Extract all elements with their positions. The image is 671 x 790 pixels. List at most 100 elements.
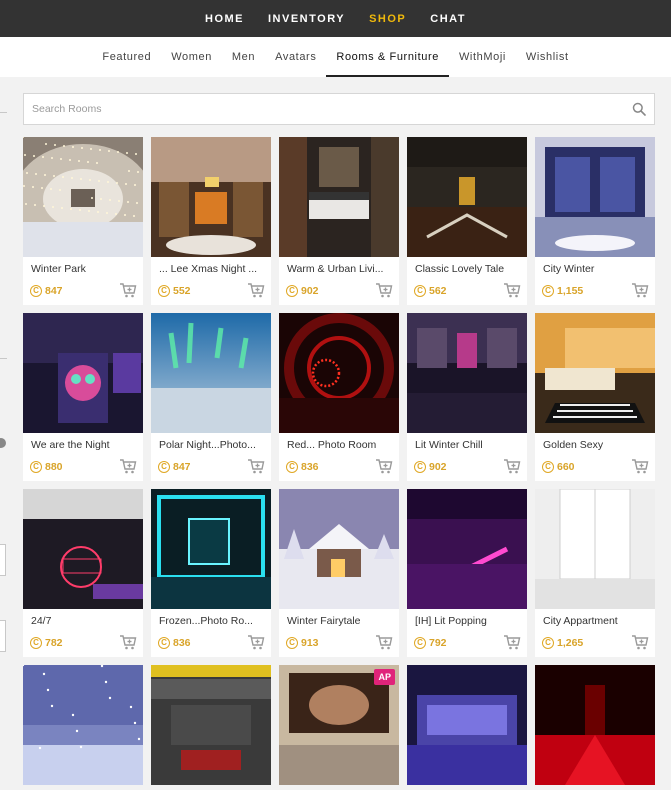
product-name[interactable]: Winter Park — [31, 263, 141, 275]
product-name[interactable]: [IH] Lit Popping — [415, 615, 525, 627]
product-price: 880 — [45, 461, 63, 473]
product-name[interactable]: 24/7 — [31, 615, 141, 627]
search-input[interactable] — [24, 94, 614, 124]
product-name[interactable]: Golden Sexy — [543, 439, 653, 451]
product-thumbnail[interactable] — [23, 489, 143, 609]
tab-rooms-furniture[interactable]: Rooms & Furniture — [326, 37, 449, 77]
product-name[interactable]: Classic Lovely Tale — [415, 263, 525, 275]
product-card[interactable]: Lit Winter Chill C 902 — [407, 313, 527, 481]
product-card[interactable] — [151, 665, 271, 785]
product-thumbnail[interactable] — [151, 489, 271, 609]
add-to-cart-icon[interactable] — [631, 281, 649, 299]
product-thumbnail[interactable] — [151, 313, 271, 433]
product-name[interactable]: We are the Night — [31, 439, 141, 451]
coin-icon: C — [158, 637, 170, 649]
add-to-cart-icon[interactable] — [375, 281, 393, 299]
coin-icon: C — [30, 285, 42, 297]
add-to-cart-icon[interactable] — [247, 457, 265, 475]
product-thumbnail[interactable] — [13, 136, 153, 257]
sidebar-toggle-icon[interactable] — [0, 438, 6, 448]
product-thumbnail[interactable] — [151, 665, 271, 785]
nav-inventory[interactable]: INVENTORY — [256, 13, 357, 25]
product-card[interactable]: Red... Photo Room C 836 — [279, 313, 399, 481]
coin-icon: C — [542, 461, 554, 473]
product-thumbnail[interactable] — [407, 489, 527, 609]
product-card[interactable]: City Winter C 1,155 — [535, 137, 655, 305]
product-card[interactable]: Winter Fairytale C 913 — [279, 489, 399, 657]
coin-icon: C — [414, 461, 426, 473]
product-name[interactable]: Warm & Urban Livi... — [287, 263, 397, 275]
product-card[interactable]: 24/7 C 782 — [23, 489, 143, 657]
product-thumbnail[interactable] — [21, 663, 143, 785]
product-card[interactable]: [IH] Lit Popping C 792 — [407, 489, 527, 657]
add-to-cart-icon[interactable] — [375, 633, 393, 651]
product-card[interactable]: Polar Night...Photo... C 847 — [151, 313, 271, 481]
product-thumbnail[interactable] — [535, 313, 655, 433]
search-icon[interactable] — [632, 102, 646, 116]
add-to-cart-icon[interactable] — [503, 281, 521, 299]
product-card[interactable]: We are the Night C 880 — [23, 313, 143, 481]
add-to-cart-icon[interactable] — [247, 281, 265, 299]
product-name[interactable]: Polar Night...Photo... — [159, 439, 269, 451]
product-thumbnail[interactable] — [279, 137, 399, 257]
filter-sidebar-edge — [0, 77, 8, 788]
add-to-cart-icon[interactable] — [119, 457, 137, 475]
add-to-cart-icon[interactable] — [631, 633, 649, 651]
tab-featured[interactable]: Featured — [92, 37, 161, 77]
product-thumbnail[interactable] — [151, 137, 271, 257]
coin-icon: C — [158, 285, 170, 297]
add-to-cart-icon[interactable] — [247, 633, 265, 651]
product-thumbnail[interactable] — [279, 489, 399, 609]
add-to-cart-icon[interactable] — [119, 633, 137, 651]
product-card[interactable]: ... Lee Xmas Night ... C 552 — [151, 137, 271, 305]
add-to-cart-icon[interactable] — [631, 457, 649, 475]
product-name[interactable]: City Winter — [543, 263, 653, 275]
nav-chat[interactable]: CHAT — [418, 13, 478, 25]
product-card[interactable] — [407, 665, 527, 785]
product-card[interactable]: Classic Lovely Tale C 562 — [407, 137, 527, 305]
nav-home[interactable]: HOME — [193, 13, 256, 25]
product-price: 562 — [429, 285, 447, 297]
add-to-cart-icon[interactable] — [503, 457, 521, 475]
coin-icon: C — [30, 461, 42, 473]
tab-women[interactable]: Women — [161, 37, 222, 77]
product-thumbnail[interactable] — [407, 665, 527, 785]
coin-icon: C — [414, 637, 426, 649]
product-name[interactable]: Frozen...Photo Ro... — [159, 615, 269, 627]
nav-shop[interactable]: SHOP — [357, 13, 418, 25]
product-card[interactable]: Golden Sexy C 660 — [535, 313, 655, 481]
product-name[interactable]: City Appartment — [543, 615, 653, 627]
product-card[interactable]: Frozen...Photo Ro... C 836 — [151, 489, 271, 657]
add-to-cart-icon[interactable] — [503, 633, 521, 651]
product-thumbnail[interactable] — [535, 665, 655, 785]
tab-avatars[interactable]: Avatars — [265, 37, 326, 77]
tab-men[interactable]: Men — [222, 37, 265, 77]
product-thumbnail[interactable] — [407, 137, 527, 257]
product-card[interactable]: Winter Park C 847 — [13, 136, 153, 305]
product-price: 836 — [301, 461, 319, 473]
product-price: 1,155 — [557, 285, 584, 297]
product-name[interactable]: ... Lee Xmas Night ... — [159, 263, 269, 275]
product-card[interactable] — [535, 665, 655, 785]
product-price: 792 — [429, 637, 447, 649]
product-price: 902 — [429, 461, 447, 473]
product-thumbnail[interactable] — [279, 313, 399, 433]
add-to-cart-icon[interactable] — [375, 457, 393, 475]
sidebar-filter-field[interactable] — [0, 620, 6, 652]
product-thumbnail[interactable] — [407, 313, 527, 433]
product-card[interactable]: AP — [279, 665, 399, 785]
product-card[interactable]: City Appartment C 1,265 — [535, 488, 655, 657]
add-to-cart-icon[interactable] — [119, 281, 137, 299]
tab-withmoji[interactable]: WithMoji — [449, 37, 516, 77]
product-card[interactable]: Warm & Urban Livi... C 902 — [279, 137, 399, 305]
product-name[interactable]: Winter Fairytale — [287, 615, 397, 627]
product-name[interactable]: Lit Winter Chill — [415, 439, 525, 451]
product-thumbnail[interactable] — [535, 137, 655, 257]
product-card[interactable] — [21, 663, 143, 785]
tab-wishlist[interactable]: Wishlist — [516, 37, 579, 77]
product-thumbnail[interactable] — [535, 488, 655, 609]
category-tabs: Featured Women Men Avatars Rooms & Furni… — [0, 37, 671, 77]
product-thumbnail[interactable] — [23, 313, 143, 433]
sidebar-filter-field[interactable] — [0, 544, 6, 576]
product-name[interactable]: Red... Photo Room — [287, 439, 397, 451]
